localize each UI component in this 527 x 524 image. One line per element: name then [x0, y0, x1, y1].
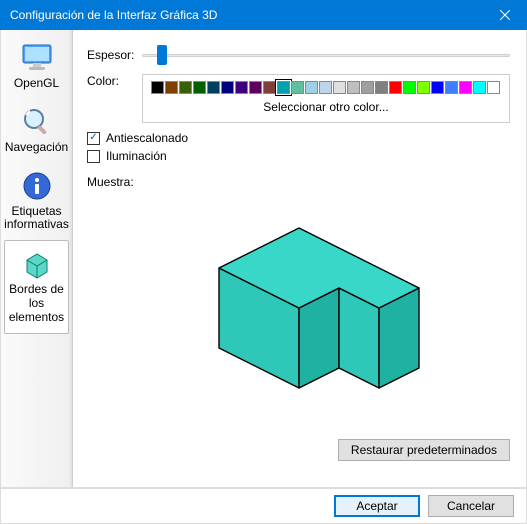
sidebar-item-navigation[interactable]: Navegación [1, 99, 72, 163]
color-swatch[interactable] [291, 81, 304, 94]
color-swatch[interactable] [305, 81, 318, 94]
close-button[interactable] [482, 0, 527, 30]
color-swatch[interactable] [263, 81, 276, 94]
color-swatch[interactable] [319, 81, 332, 94]
color-swatch[interactable] [459, 81, 472, 94]
magnifier-icon [20, 105, 54, 139]
sidebar-item-tooltips[interactable]: Etiquetas informativas [1, 163, 72, 241]
color-swatch[interactable] [165, 81, 178, 94]
color-swatch[interactable] [151, 81, 164, 94]
checkboxes: ✓ Antiescalonado Iluminación [87, 131, 510, 163]
sidebar-item-label: Navegación [4, 141, 69, 155]
color-panel: Seleccionar otro color... [142, 74, 510, 123]
monitor-icon [20, 41, 54, 75]
close-icon [500, 10, 510, 20]
color-swatch[interactable] [403, 81, 416, 94]
more-color-link[interactable]: Seleccionar otro color... [151, 100, 501, 114]
window-title: Configuración de la Interfaz Gráfica 3D [10, 8, 482, 22]
color-swatch[interactable] [333, 81, 346, 94]
color-swatches [151, 81, 501, 94]
sample-label: Muestra: [87, 175, 510, 189]
sample-shape [139, 198, 459, 428]
ok-button[interactable]: Aceptar [334, 495, 420, 517]
color-swatch[interactable] [375, 81, 388, 94]
color-swatch[interactable] [487, 81, 500, 94]
restore-defaults-button[interactable]: Restaurar predeterminados [338, 439, 510, 461]
sidebar-item-label: Bordes de los elementos [8, 283, 65, 324]
lighting-label: Iluminación [106, 149, 167, 163]
slider-thumb[interactable] [157, 45, 167, 65]
sidebar-item-opengl[interactable]: OpenGL [1, 35, 72, 99]
color-swatch[interactable] [361, 81, 374, 94]
dialog-body: OpenGL Navegación Etiquetas informativ [0, 30, 527, 488]
color-swatch[interactable] [389, 81, 402, 94]
main-panel: Espesor: Color: Seleccionar otro color..… [73, 30, 526, 487]
color-swatch[interactable] [193, 81, 206, 94]
color-swatch[interactable] [249, 81, 262, 94]
color-swatch[interactable] [235, 81, 248, 94]
color-swatch[interactable] [179, 81, 192, 94]
color-swatch[interactable] [473, 81, 486, 94]
dialog-footer: Aceptar Cancelar [0, 488, 527, 524]
checkbox-icon [87, 150, 100, 163]
titlebar: Configuración de la Interfaz Gráfica 3D [0, 0, 527, 30]
sidebar-item-label: OpenGL [4, 77, 69, 91]
color-swatch[interactable] [277, 81, 290, 94]
color-swatch[interactable] [207, 81, 220, 94]
sample-area [87, 193, 510, 433]
antialias-checkbox[interactable]: ✓ Antiescalonado [87, 131, 510, 145]
thickness-label: Espesor: [87, 48, 142, 62]
thickness-slider[interactable] [142, 44, 510, 66]
sidebar-item-edges[interactable]: Bordes de los elementos [4, 240, 69, 333]
color-swatch[interactable] [445, 81, 458, 94]
color-swatch[interactable] [417, 81, 430, 94]
info-icon [20, 169, 54, 203]
slider-track [142, 54, 510, 57]
checkbox-icon: ✓ [87, 132, 100, 145]
sidebar-item-label: Etiquetas informativas [4, 205, 69, 233]
color-swatch[interactable] [431, 81, 444, 94]
antialias-label: Antiescalonado [106, 131, 188, 145]
lighting-checkbox[interactable]: Iluminación [87, 149, 510, 163]
cancel-button[interactable]: Cancelar [428, 495, 514, 517]
sidebar: OpenGL Navegación Etiquetas informativ [1, 30, 73, 487]
color-swatch[interactable] [221, 81, 234, 94]
color-swatch[interactable] [347, 81, 360, 94]
cube-icon [20, 247, 54, 281]
color-label: Color: [87, 74, 142, 88]
